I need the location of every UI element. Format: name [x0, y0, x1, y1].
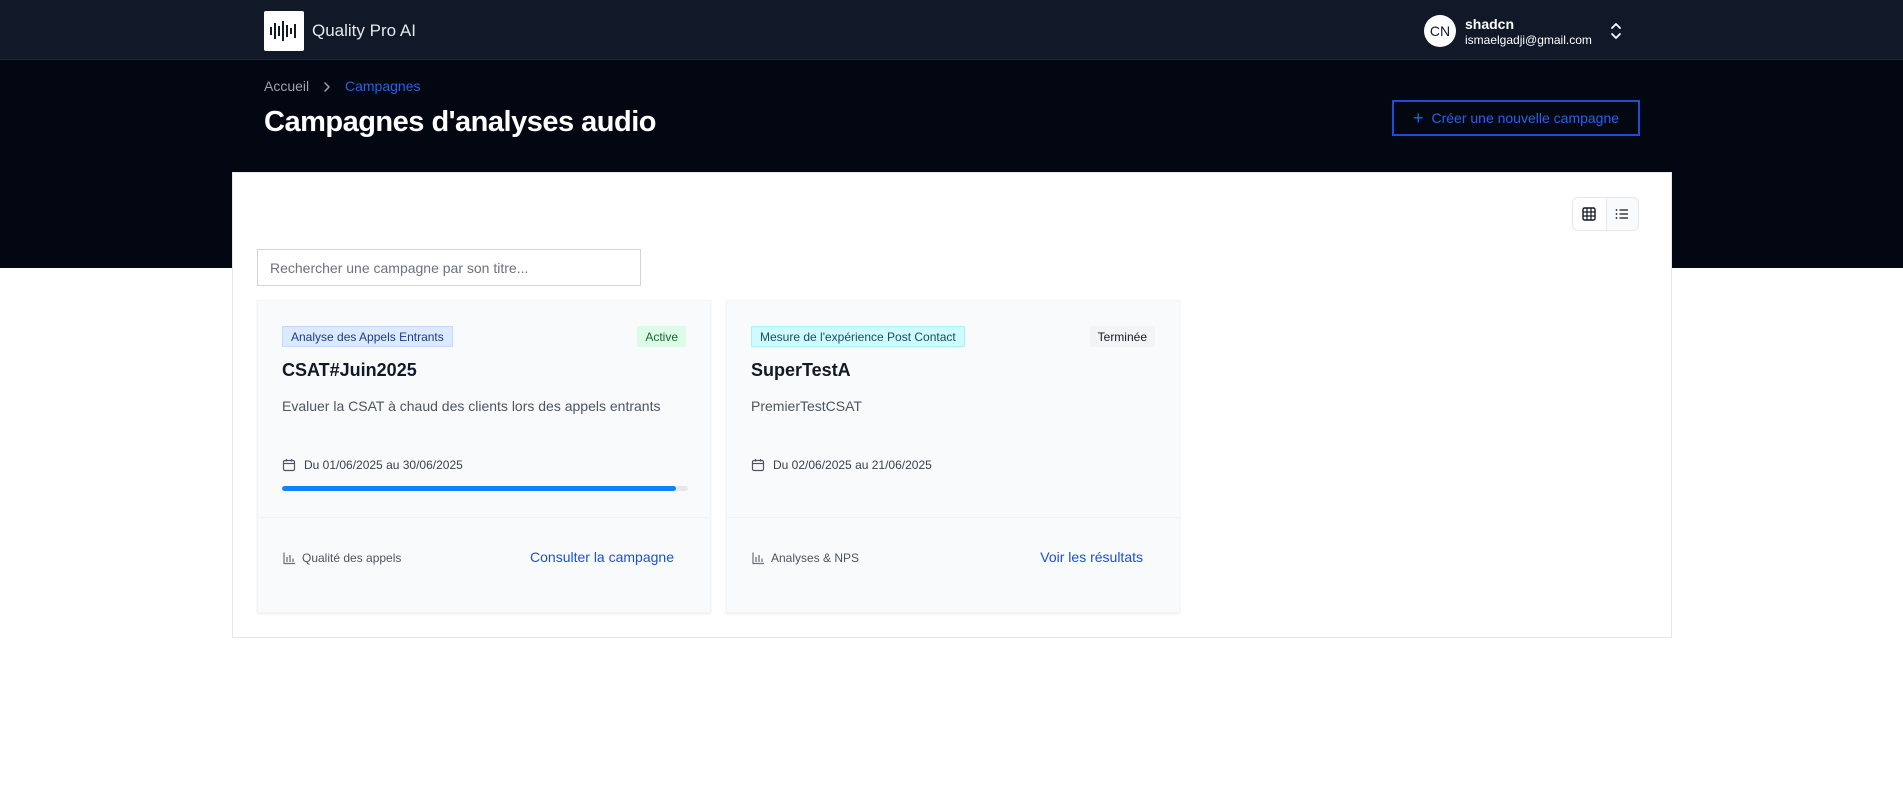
- status-badge: Terminée: [1089, 326, 1155, 347]
- campaign-title: CSAT#Juin2025: [282, 360, 417, 380]
- campaign-progress-bar: [282, 486, 688, 491]
- campaign-progress-fill: [282, 486, 676, 491]
- campaign-dates: Du 01/06/2025 au 30/06/2025: [282, 458, 463, 472]
- campaign-description: Evaluer la CSAT à chaud des clients lors…: [282, 398, 661, 414]
- campaign-card[interactable]: Analyse des Appels Entrants Active CSAT#…: [257, 300, 711, 613]
- campaign-card[interactable]: Mesure de l'expérience Post Contact Term…: [726, 300, 1180, 613]
- campaign-title: SuperTestA: [751, 360, 851, 380]
- list-icon: [1615, 209, 1629, 219]
- chevron-right-icon: [324, 82, 330, 92]
- audio-waveform-icon: [270, 21, 296, 41]
- card-divider: [727, 517, 1179, 518]
- campaign-dates: Du 02/06/2025 au 21/06/2025: [751, 458, 932, 472]
- search-input[interactable]: [257, 249, 641, 286]
- user-name[interactable]: shadcn: [1465, 16, 1514, 32]
- status-badge: Active: [637, 326, 686, 347]
- breadcrumb-current: Campagnes: [345, 78, 421, 94]
- bar-chart-icon: [752, 552, 764, 565]
- chevron-up-down-icon[interactable]: [1607, 21, 1625, 41]
- calendar-icon: [282, 459, 296, 472]
- campaign-type-tag: Analyse des Appels Entrants: [282, 326, 453, 347]
- breadcrumb-home[interactable]: Accueil: [264, 78, 309, 94]
- grid-view-button[interactable]: [1573, 198, 1606, 230]
- view-campaign-link[interactable]: Consulter la campagne: [530, 549, 674, 565]
- view-toggle: [1572, 197, 1639, 231]
- bar-chart-icon: [283, 552, 295, 565]
- campaign-category: Qualité des appels: [282, 551, 401, 565]
- card-divider: [258, 517, 710, 518]
- app-title: Quality Pro AI: [312, 21, 416, 40]
- page-title: Campagnes d'analyses audio: [264, 106, 656, 138]
- campaign-date-range: Du 01/06/2025 au 30/06/2025: [304, 458, 463, 472]
- campaign-category: Analyses & NPS: [751, 551, 859, 565]
- list-view-button[interactable]: [1605, 198, 1639, 230]
- view-results-link[interactable]: Voir les résultats: [1040, 549, 1143, 565]
- user-email[interactable]: ismaelgadji@gmail.com: [1465, 33, 1592, 47]
- app-logo[interactable]: [264, 11, 304, 51]
- calendar-icon: [751, 459, 765, 472]
- campaign-category-label: Analyses & NPS: [771, 551, 860, 565]
- top-navbar: Quality Pro AI CN shadcn ismaelgadji@gma…: [0, 0, 1903, 60]
- campaign-description: PremierTestCSAT: [751, 398, 862, 414]
- user-avatar[interactable]: CN: [1424, 15, 1456, 47]
- campaign-date-range: Du 02/06/2025 au 21/06/2025: [773, 458, 932, 472]
- plus-icon: +: [1412, 108, 1424, 128]
- create-campaign-button[interactable]: + Créer une nouvelle campagne: [1392, 100, 1640, 136]
- campaign-type-tag: Mesure de l'expérience Post Contact: [751, 326, 965, 347]
- campaign-category-label: Qualité des appels: [302, 551, 402, 565]
- create-campaign-label: Créer une nouvelle campagne: [1431, 110, 1620, 126]
- grid-icon: [1582, 207, 1596, 221]
